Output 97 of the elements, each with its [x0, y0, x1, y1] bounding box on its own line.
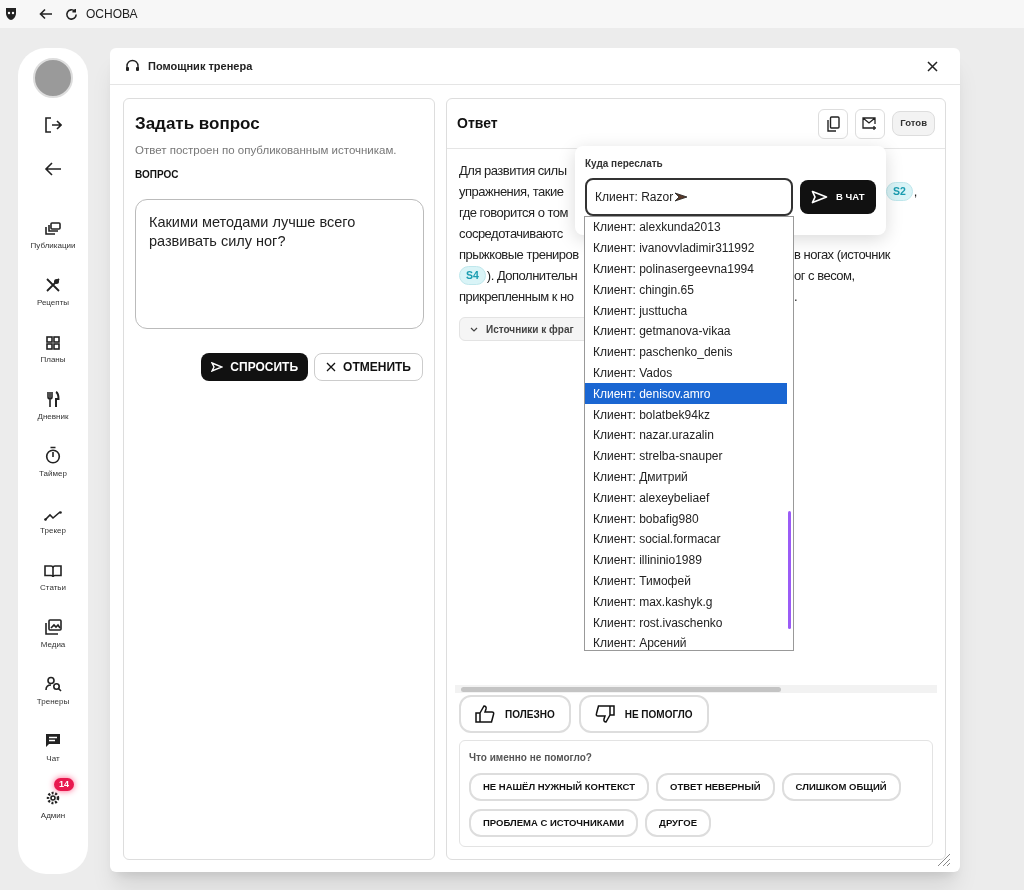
dropdown-option[interactable]: Клиент: social.formacar — [585, 528, 793, 550]
reason-option[interactable]: СЛИШКОМ ОБЩИЙ — [781, 773, 901, 801]
dropdown-option[interactable]: Клиент: Дмитрий — [585, 466, 793, 488]
scrollbar-thumb[interactable] — [461, 686, 781, 692]
panel-title: Ответ — [457, 114, 498, 133]
refresh-icon[interactable] — [65, 7, 78, 21]
answer-text: Для развития силы — [459, 162, 567, 180]
answer-text: ). Дополнительн — [486, 267, 578, 285]
reason-option[interactable]: ДРУГОЕ — [645, 809, 711, 837]
answer-text: ог с весом, — [794, 267, 855, 285]
copy-icon — [826, 115, 840, 132]
dropdown-option[interactable]: Клиент: polinasergeevna1994 — [585, 258, 793, 280]
copy-button[interactable] — [818, 108, 849, 139]
ask-button[interactable]: СПРОСИТЬ — [201, 352, 309, 381]
nav-item[interactable]: Таймер — [23, 434, 83, 478]
answer-text: прикрепленным к но — [459, 288, 574, 306]
reason-option[interactable]: ОТВЕТ НЕВЕРНЫЙ — [656, 773, 775, 801]
answer-text: , — [913, 183, 917, 201]
logo-icon — [5, 7, 17, 21]
mail-icon — [862, 117, 879, 130]
nav-item[interactable]: Тренеры — [23, 662, 83, 706]
back-icon[interactable] — [39, 7, 53, 21]
nav-item[interactable]: Чат — [23, 719, 83, 763]
photo-stack-icon — [44, 619, 62, 635]
dialog-title: Помощник тренера — [148, 58, 253, 74]
dropdown-option[interactable]: Клиент: strelba-snauper — [585, 445, 793, 467]
gear-icon — [45, 790, 61, 806]
nav-item[interactable]: Медиа — [23, 605, 83, 649]
answer-text: упражнения, такие — [459, 183, 564, 201]
answer-text: в ногах (источник — [794, 246, 890, 264]
cancel-button[interactable]: ОТМЕНИТЬ — [314, 352, 423, 381]
scrollbar-thumb[interactable] — [788, 511, 791, 629]
stopwatch-icon — [45, 446, 61, 464]
dropdown-option[interactable]: Клиент: denisov.amro — [585, 383, 787, 405]
status-badge: Готов — [892, 111, 935, 136]
dropdown-option[interactable]: Клиент: bobafig980 — [585, 508, 793, 529]
nav-item[interactable]: Админ 14 — [23, 776, 83, 820]
thumbs-up-icon — [475, 705, 495, 723]
nav-item[interactable]: Дневник — [23, 377, 83, 421]
dropdown-option[interactable]: Клиент: illininio1989 — [585, 549, 793, 571]
close-icon — [326, 361, 337, 372]
dropdown-option[interactable]: Клиент: Арсений — [585, 632, 793, 650]
back-icon[interactable] — [44, 161, 62, 177]
page-title: ОСНОВА — [86, 6, 138, 23]
headset-icon — [125, 59, 140, 73]
utensils-icon — [45, 277, 61, 293]
resize-grip-icon[interactable] — [937, 853, 951, 867]
dropdown-option[interactable]: Клиент: Vados — [585, 362, 793, 384]
stacked-cards-icon — [45, 222, 61, 236]
nav-item[interactable]: Рецепты — [23, 263, 83, 307]
dropdown-option[interactable]: Клиент: nazar.urazalin — [585, 424, 793, 446]
send-icon — [811, 190, 829, 204]
panel-title: Задать вопрос — [135, 113, 261, 135]
panel-subtitle: Ответ построен по опубликованным источникам. — [135, 142, 398, 158]
nav-item[interactable]: Статьи — [23, 548, 83, 592]
avatar[interactable] — [33, 58, 73, 98]
answer-text: сосредотачиваютс — [459, 225, 563, 243]
chevron-down-icon — [470, 326, 478, 332]
fork-knife-icon — [46, 391, 60, 407]
open-book-icon — [44, 564, 62, 578]
dropdown-option[interactable]: Клиент: max.kashyk.g — [585, 591, 793, 613]
person-search-icon — [44, 676, 62, 692]
dropdown-option[interactable]: Клиент: alexeybeliaef — [585, 487, 793, 509]
nav-item[interactable]: Трекер — [23, 491, 83, 535]
answer-text: где говорится о том — [459, 204, 569, 222]
horizontal-scrollbar[interactable] — [455, 685, 937, 693]
dropdown-option[interactable]: Клиент: chingin.65 — [585, 279, 793, 301]
dropdown-option[interactable]: Клиент: ivanovvladimir311992 — [585, 237, 793, 259]
dropdown-option[interactable]: Клиент: rost.ivaschenko — [585, 612, 793, 633]
chat-bubble-icon — [45, 733, 61, 749]
grid-icon — [46, 336, 60, 350]
nav-item[interactable]: Планы — [23, 320, 83, 364]
trend-line-icon — [44, 511, 62, 521]
dropdown-option[interactable]: Клиент: paschenko_denis — [585, 341, 793, 363]
send-icon — [211, 361, 224, 372]
answer-text: прыжковые трениров — [459, 246, 579, 264]
nav-item[interactable]: Публикации — [23, 206, 83, 250]
send-to-chat-button[interactable]: В ЧАТ — [799, 180, 876, 214]
notification-badge: 14 — [54, 778, 74, 791]
forward-button[interactable] — [855, 108, 886, 139]
reason-option[interactable]: НЕ НАШЁЛ НУЖНЫЙ КОНТЕКСТ — [469, 773, 650, 801]
reasons-title: Что именно не помогло? — [469, 751, 593, 765]
dropdown-option[interactable]: Клиент: alexkunda2013 — [585, 217, 793, 238]
dropdown-option[interactable]: Клиент: Тимофей — [585, 570, 793, 592]
dropdown-option[interactable]: Клиент: bolatbek94kz — [585, 404, 793, 425]
helpful-button[interactable]: ПОЛЕЗНО — [459, 695, 571, 733]
close-icon[interactable] — [927, 60, 938, 72]
pointer-icon — [674, 192, 689, 202]
not-helpful-button[interactable]: НЕ ПОМОГЛО — [578, 695, 709, 733]
question-field[interactable]: Какими методами лучше всего развивать силу ног? — [135, 198, 424, 329]
popup-title: Куда переслать — [585, 157, 664, 171]
thumbs-down-icon — [594, 705, 615, 723]
reason-option[interactable]: ПРОБЛЕМА С ИСТОЧНИКАМИ — [469, 809, 639, 837]
answer-text: . — [794, 288, 798, 306]
logout-icon[interactable] — [44, 116, 62, 134]
field-label: ВОПРОС — [135, 167, 180, 182]
recipient-field[interactable]: Клиент: Razor — [585, 178, 793, 216]
